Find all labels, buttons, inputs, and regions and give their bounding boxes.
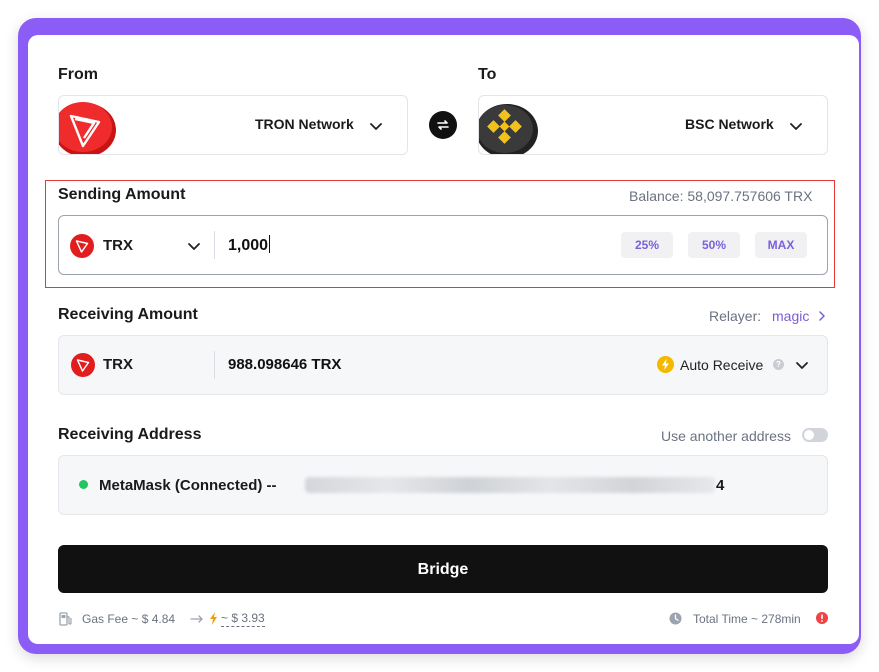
receiving-address-label: Receiving Address [58, 426, 202, 443]
toggle-knob [804, 430, 814, 440]
auto-receive-select[interactable]: Auto Receive ? [657, 355, 817, 377]
from-network-select[interactable]: TRON Network [58, 95, 408, 155]
use-another-address-toggle[interactable] [802, 428, 828, 442]
to-network-select[interactable]: BSC Network [478, 95, 828, 155]
pct-25-button[interactable]: 25% [621, 232, 673, 258]
to-label: To [478, 66, 497, 83]
gas-fee-text: Gas Fee ~ $ 4.84 [82, 612, 176, 626]
tron-token-icon [71, 353, 95, 377]
to-network-name: BSC Network [685, 116, 774, 132]
from-network-name: TRON Network [255, 116, 354, 132]
bnb-logo-icon [479, 104, 538, 154]
tron-logo-icon [59, 102, 116, 154]
tron-token-icon [70, 234, 94, 258]
address-suffix: 4 [716, 477, 725, 494]
gas-pump-icon [59, 612, 72, 626]
relayer-label: Relayer: [709, 308, 762, 324]
from-label: From [58, 66, 98, 83]
relayer-name: magic [772, 308, 810, 324]
token-divider [214, 231, 215, 259]
arrow-right-icon [190, 615, 203, 623]
help-icon[interactable]: ? [773, 359, 784, 370]
text-caret [269, 235, 271, 253]
chevron-down-icon [188, 243, 200, 250]
auto-receive-label: Auto Receive [680, 357, 764, 373]
alert-icon[interactable] [816, 612, 828, 624]
sending-amount-text: 1,000 [228, 237, 269, 254]
bridge-button[interactable]: Bridge [58, 545, 828, 593]
max-button[interactable]: MAX [755, 232, 807, 258]
relayer-link[interactable]: magic [772, 308, 825, 324]
receiving-amount-label: Receiving Amount [58, 306, 198, 323]
lightning-icon [210, 612, 217, 625]
balance-text: Balance: 58,097.757606 TRX [629, 188, 813, 204]
total-time-text: Total Time ~ 278min [693, 612, 801, 626]
receiving-amount-value: 988.098646 TRX [228, 356, 342, 373]
connected-status-dot [79, 480, 88, 489]
discounted-gas-fee[interactable]: ~ $ 3.93 [221, 611, 265, 627]
token-divider [214, 351, 215, 379]
sending-amount-label: Sending Amount [58, 186, 186, 203]
use-another-address-label: Use another address [661, 428, 791, 444]
clock-icon [669, 612, 682, 625]
wallet-status-text: MetaMask (Connected) -- [99, 477, 277, 494]
receiving-token-name: TRX [103, 356, 133, 373]
lightning-icon [657, 356, 674, 373]
swap-icon [437, 120, 449, 130]
swap-networks-button[interactable] [429, 111, 457, 139]
sending-token-select[interactable]: TRX [70, 233, 200, 259]
chevron-down-icon [790, 123, 802, 130]
sending-token-name: TRX [103, 237, 133, 254]
pct-50-button[interactable]: 50% [688, 232, 740, 258]
chevron-down-icon [796, 362, 808, 369]
chevron-right-icon [819, 311, 825, 321]
address-redacted [305, 477, 715, 493]
sending-amount-value[interactable]: 1,000 [228, 235, 271, 255]
chevron-down-icon [370, 123, 382, 130]
